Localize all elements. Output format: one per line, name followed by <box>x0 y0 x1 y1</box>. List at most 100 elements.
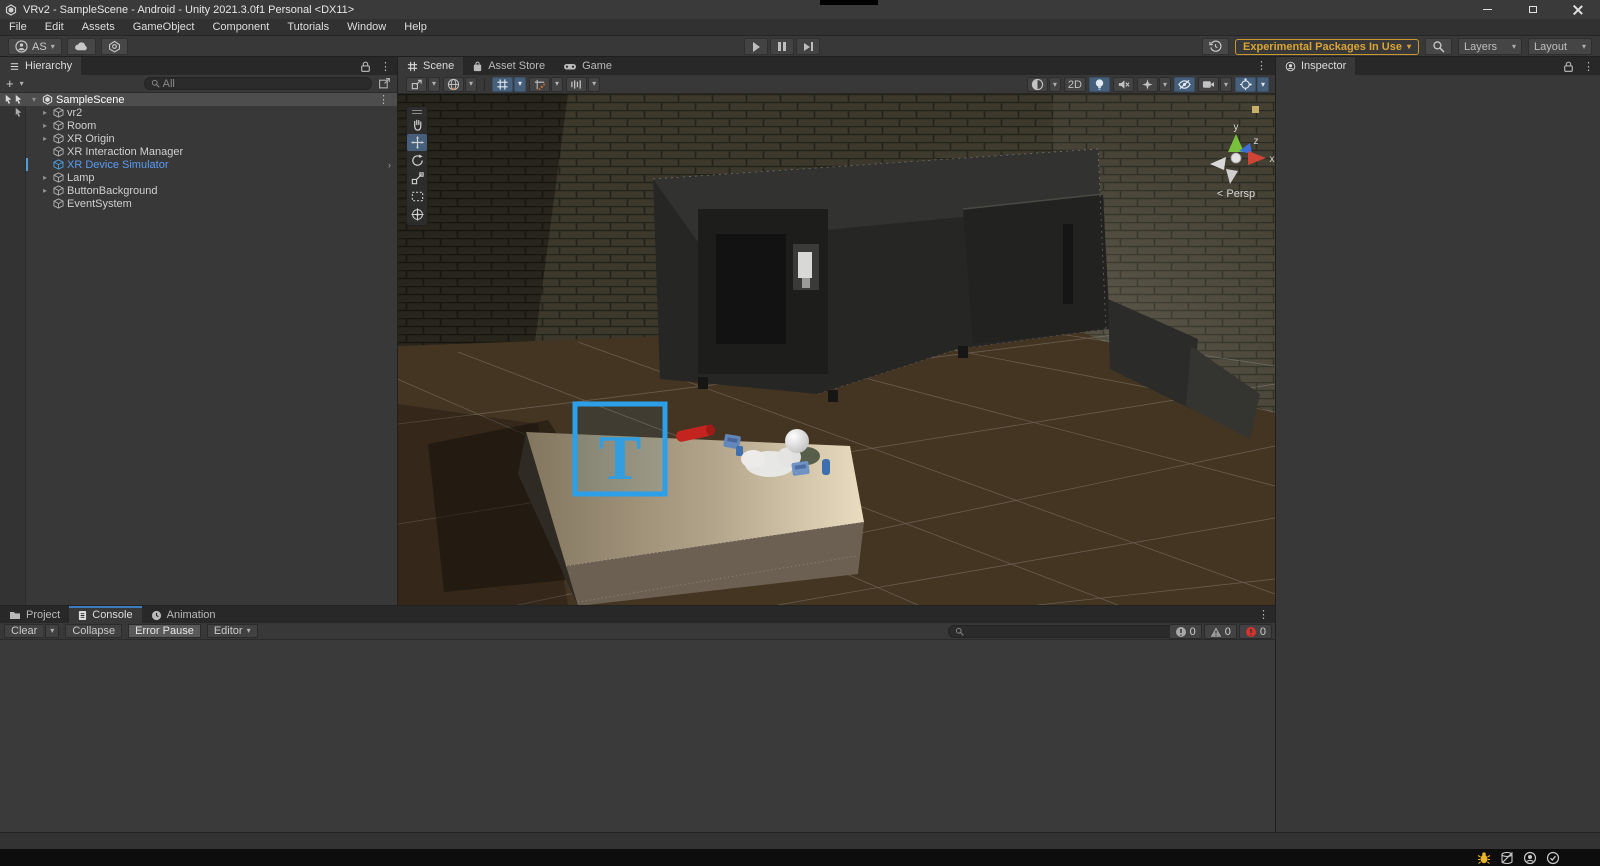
tab-animation[interactable]: Animation <box>142 606 225 624</box>
view-hand-tool[interactable] <box>407 116 427 133</box>
expand-arrow-icon[interactable]: ▸ <box>40 121 50 130</box>
camera-settings-caret[interactable]: ▾ <box>1220 77 1232 92</box>
camera-settings-button[interactable] <box>1198 77 1219 92</box>
scale-tool[interactable] <box>407 170 427 187</box>
tray-app-icon[interactable] <box>1523 851 1537 865</box>
console-log-area[interactable] <box>0 640 1275 832</box>
effects-caret[interactable]: ▾ <box>1159 77 1171 92</box>
layers-dropdown[interactable]: Layers ▾ <box>1458 38 1522 55</box>
shading-mode-button[interactable] <box>1027 77 1048 92</box>
expand-arrow-icon[interactable]: ▸ <box>40 134 50 143</box>
shading-mode-caret[interactable]: ▾ <box>1049 77 1061 92</box>
hierarchy-search-input[interactable]: All <box>144 77 372 90</box>
clear-button[interactable]: Clear <box>4 624 43 638</box>
open-search-window-icon[interactable] <box>378 77 391 90</box>
account-dropdown[interactable]: AS ▾ <box>8 38 62 55</box>
tray-bug-icon[interactable] <box>1477 851 1491 865</box>
chevron-down-icon[interactable]: ▾ <box>20 80 24 88</box>
error-pause-button[interactable]: Error Pause <box>128 624 201 638</box>
grid-visibility-toggle[interactable] <box>492 77 513 92</box>
tool-handle-position-button[interactable] <box>406 77 427 92</box>
lock-icon[interactable] <box>1562 60 1575 73</box>
menu-tutorials[interactable]: Tutorials <box>278 19 338 36</box>
hierarchy-item-lamp[interactable]: ▸ Lamp <box>0 171 397 184</box>
warning-count-badge[interactable]: 0 <box>1204 624 1237 639</box>
step-button[interactable] <box>796 38 820 55</box>
plastic-scm-button[interactable] <box>101 38 128 55</box>
rect-tool[interactable] <box>407 188 427 205</box>
kebab-menu-icon[interactable]: ⋮ <box>1256 59 1267 72</box>
chevron-right-icon[interactable]: › <box>388 160 391 170</box>
editor-dropdown[interactable]: Editor ▾ <box>207 624 258 638</box>
effects-toggle[interactable] <box>1137 77 1158 92</box>
expand-arrow-icon[interactable]: ▸ <box>40 108 50 117</box>
2d-toggle[interactable]: 2D <box>1064 77 1086 92</box>
menu-help[interactable]: Help <box>395 19 436 36</box>
experimental-packages-dropdown[interactable]: Experimental Packages In Use ▾ <box>1235 39 1419 55</box>
hierarchy-item-vr2[interactable]: ▸ vr2 <box>0 106 397 119</box>
hierarchy-item-room[interactable]: ▸ Room <box>0 119 397 132</box>
tray-check-icon[interactable] <box>1546 851 1560 865</box>
minimize-button[interactable] <box>1465 0 1510 19</box>
menu-edit[interactable]: Edit <box>36 19 73 36</box>
hidden-objects-toggle[interactable] <box>1174 77 1195 92</box>
console-search-input[interactable] <box>948 625 1186 638</box>
tab-game[interactable]: Game <box>554 57 621 75</box>
cloud-button[interactable] <box>67 38 96 55</box>
lighting-toggle[interactable] <box>1089 77 1110 92</box>
tab-project[interactable]: Project <box>0 606 69 624</box>
hierarchy-item-xr-device-simulator[interactable]: XR Device Simulator › <box>0 158 397 171</box>
tool-handle-rotation-button[interactable] <box>443 77 464 92</box>
search-button[interactable] <box>1425 38 1452 55</box>
expand-arrow-icon[interactable]: ▸ <box>40 186 50 195</box>
tab-asset-store[interactable]: Asset Store <box>463 57 554 75</box>
tray-database-icon[interactable] <box>1500 851 1514 865</box>
hierarchy-item-xr-interaction-manager[interactable]: XR Interaction Manager <box>0 145 397 158</box>
rotate-tool[interactable] <box>407 152 427 169</box>
snap-units-caret[interactable]: ▾ <box>588 77 600 92</box>
error-count-badge[interactable]: 0 <box>1239 624 1272 639</box>
pick-toggle-icon[interactable] <box>13 107 24 118</box>
gizmos-toggle[interactable] <box>1235 77 1256 92</box>
menu-file[interactable]: File <box>0 19 36 36</box>
tab-scene[interactable]: Scene <box>398 57 463 75</box>
undo-history-button[interactable] <box>1202 38 1229 55</box>
tab-inspector[interactable]: Inspector <box>1276 57 1355 75</box>
info-count-badge[interactable]: 0 <box>1169 624 1202 639</box>
hierarchy-item-eventsystem[interactable]: EventSystem <box>0 197 397 210</box>
snap-increment-caret[interactable]: ▾ <box>551 77 563 92</box>
lock-icon[interactable] <box>359 60 372 73</box>
snap-units-button[interactable] <box>566 77 587 92</box>
kebab-menu-icon[interactable]: ⋮ <box>378 93 389 106</box>
grid-visibility-caret[interactable]: ▾ <box>514 77 526 92</box>
menu-gameobject[interactable]: GameObject <box>124 19 204 36</box>
tool-handle-rotation-caret[interactable]: ▾ <box>465 77 477 92</box>
text-gizmo[interactable]: T <box>575 404 665 494</box>
transform-tool[interactable] <box>407 206 427 223</box>
snap-increment-button[interactable] <box>529 77 550 92</box>
menu-window[interactable]: Window <box>338 19 395 36</box>
hierarchy-item-buttonbackground[interactable]: ▸ ButtonBackground <box>0 184 397 197</box>
collapse-arrow-icon[interactable]: ▾ <box>29 95 39 104</box>
move-tool[interactable] <box>407 134 427 151</box>
layout-dropdown[interactable]: Layout ▾ <box>1528 38 1592 55</box>
hierarchy-scene-row[interactable]: ▾ SampleScene ⋮ <box>0 93 397 106</box>
menu-component[interactable]: Component <box>203 19 278 36</box>
visibility-toggle-icon[interactable] <box>13 94 24 105</box>
tab-hierarchy[interactable]: Hierarchy <box>0 57 81 75</box>
kebab-menu-icon[interactable]: ⋮ <box>1583 60 1594 73</box>
close-button[interactable] <box>1555 0 1600 19</box>
maximize-button[interactable] <box>1510 0 1555 19</box>
scene-viewport[interactable]: T y z x < Persp <box>398 94 1275 605</box>
perspective-label[interactable]: < Persp <box>1217 188 1255 200</box>
tab-console[interactable]: Console <box>69 606 141 624</box>
hierarchy-item-xr-origin[interactable]: ▸ XR Origin <box>0 132 397 145</box>
kebab-menu-icon[interactable]: ⋮ <box>380 60 391 73</box>
create-object-button[interactable]: + <box>6 77 14 90</box>
menu-assets[interactable]: Assets <box>73 19 124 36</box>
collapse-button[interactable]: Collapse <box>65 624 122 638</box>
expand-arrow-icon[interactable]: ▸ <box>40 173 50 182</box>
clear-dropdown-caret[interactable]: ▾ <box>45 624 59 638</box>
overlay-drag-handle[interactable] <box>412 110 422 111</box>
tool-handle-position-caret[interactable]: ▾ <box>428 77 440 92</box>
